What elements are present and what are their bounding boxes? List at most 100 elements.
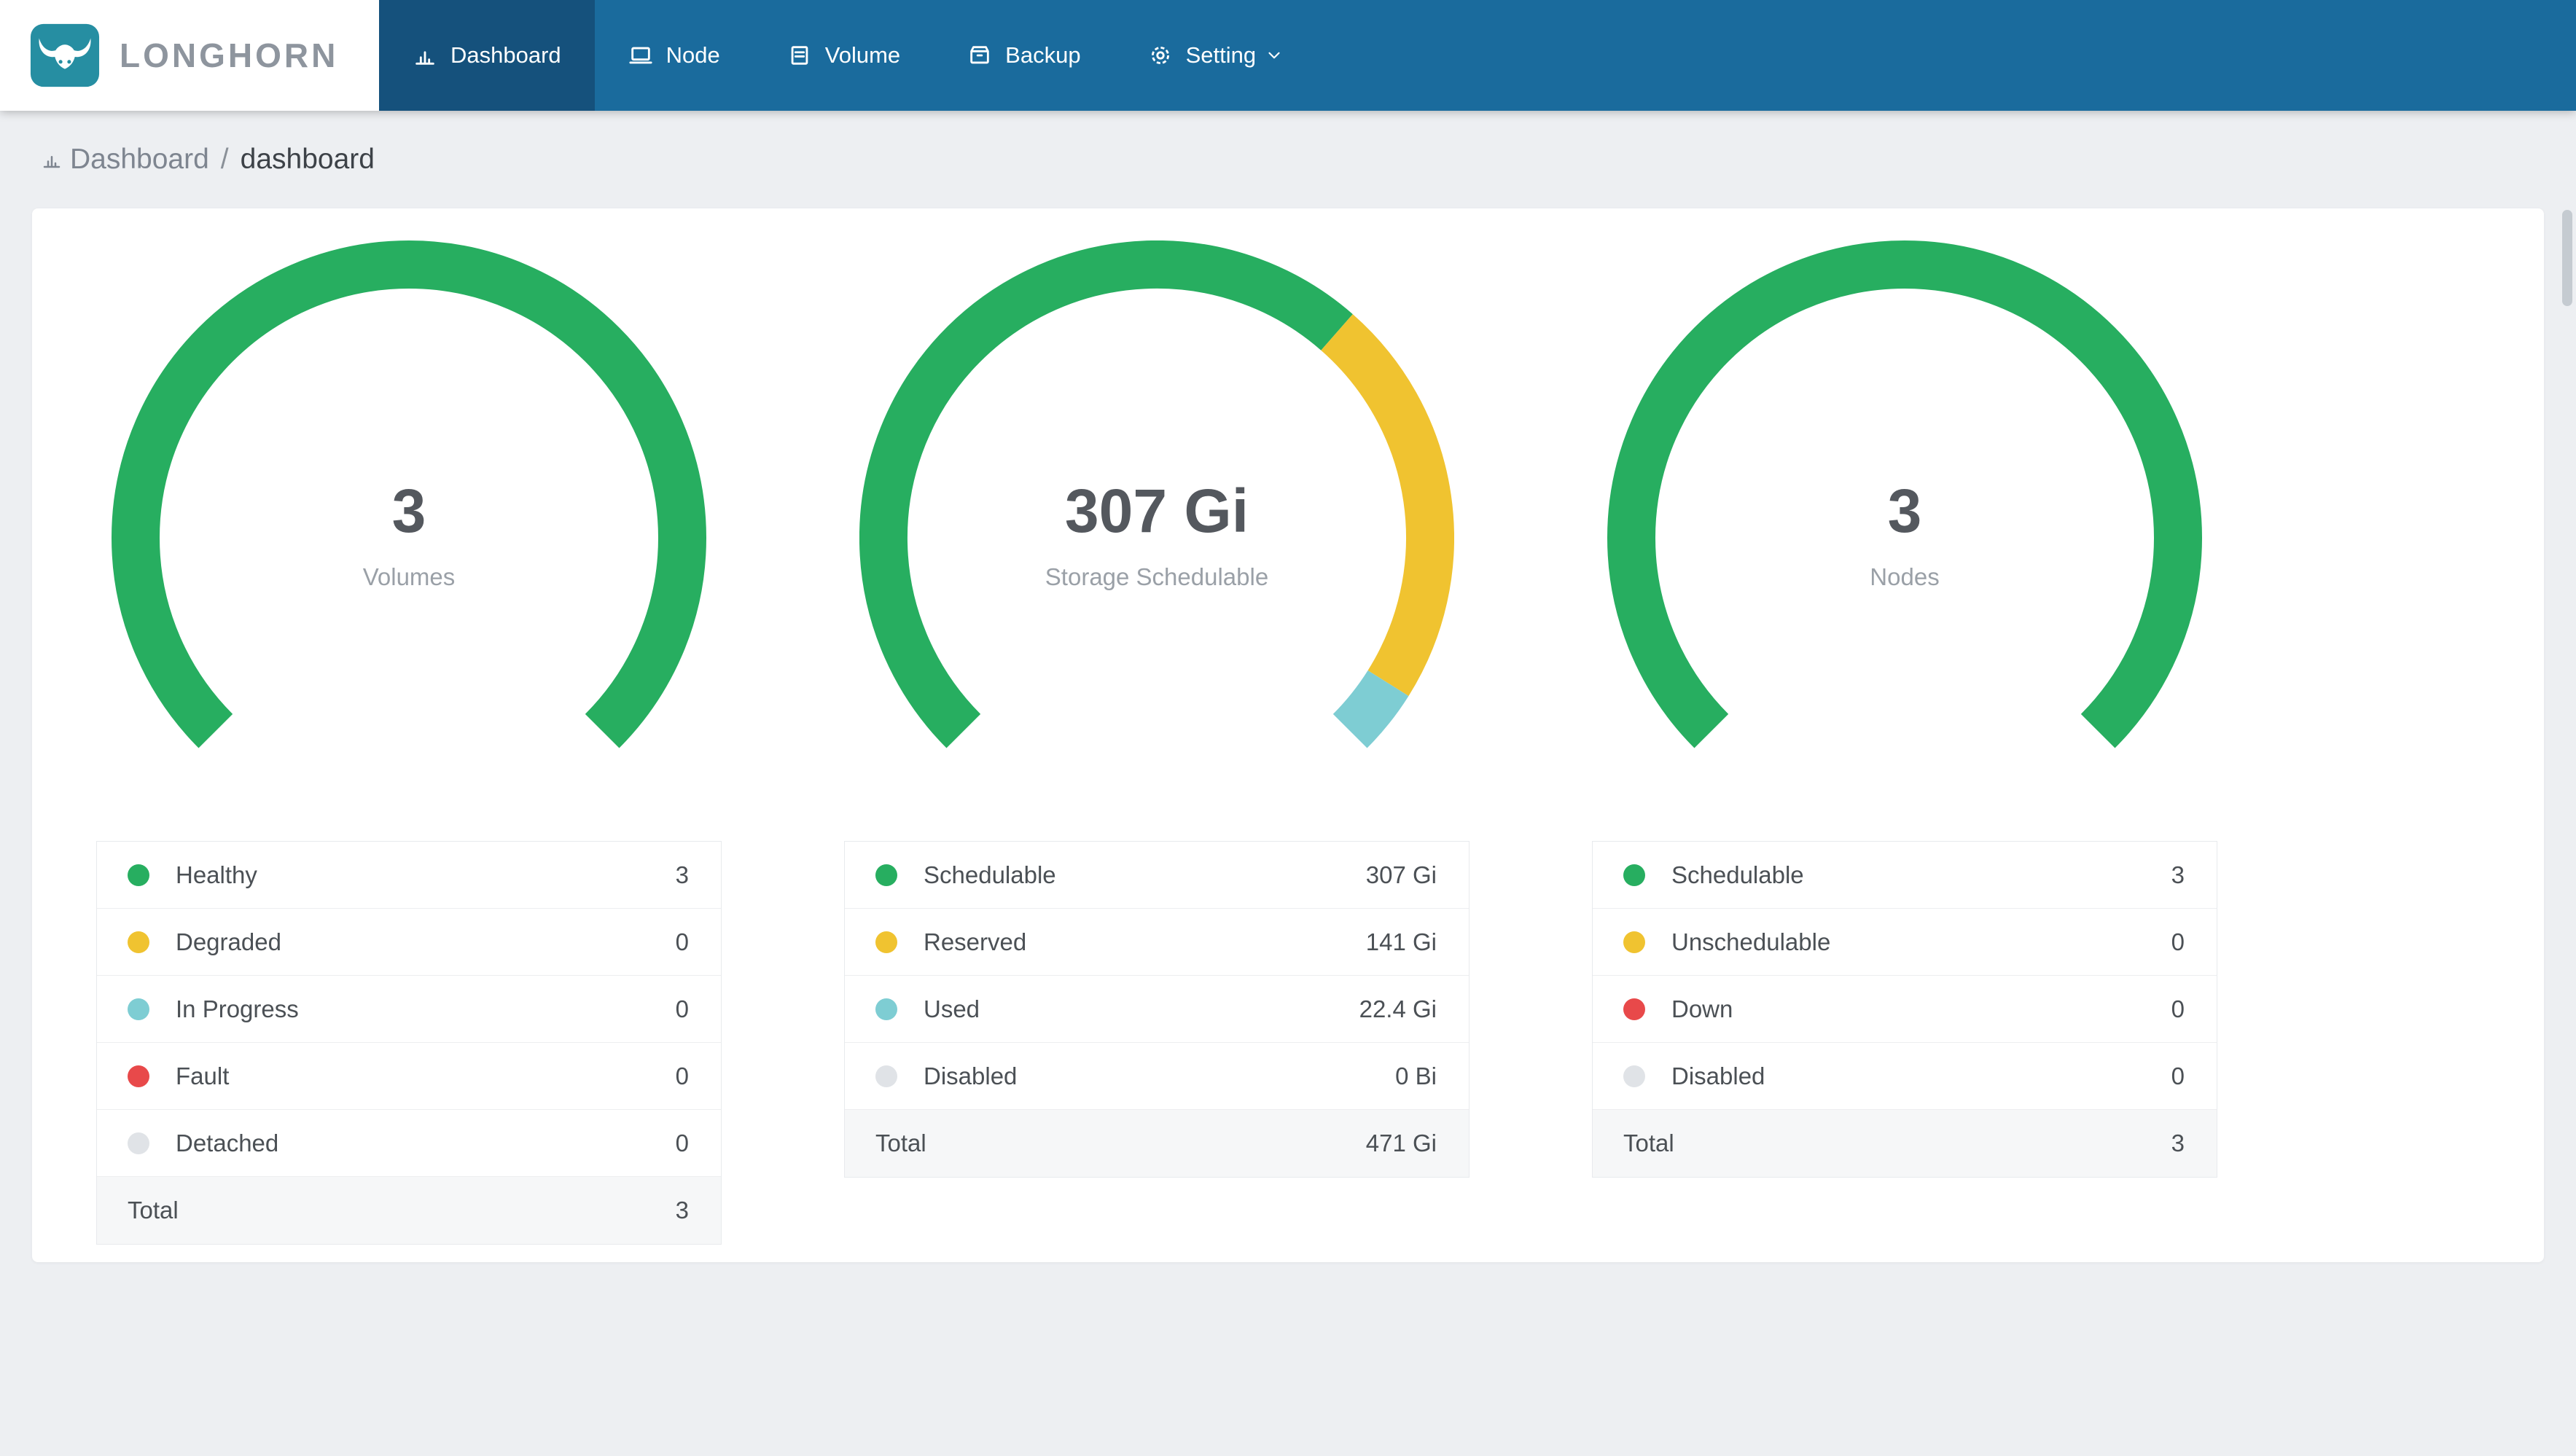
legend-label: In Progress bbox=[176, 995, 299, 1022]
main-nav: Dashboard Node Volume Backup Setting bbox=[379, 0, 1317, 111]
legend-total-label: Total bbox=[1623, 1130, 1674, 1156]
legend-color-dot bbox=[875, 1065, 897, 1087]
legend-row: Detached 0 bbox=[97, 1110, 721, 1177]
legend-total-row: Total 471 Gi bbox=[845, 1110, 1469, 1177]
legend-label: Degraded bbox=[176, 928, 281, 955]
legend-color-dot bbox=[1623, 998, 1645, 1020]
top-navbar: LONGHORN Dashboard Node Volume Backup Se… bbox=[0, 0, 2576, 111]
volumes-label: Volumes bbox=[362, 563, 456, 590]
legend-row: Unschedulable 0 bbox=[1593, 909, 2217, 976]
volumes-count: 3 bbox=[391, 476, 426, 545]
volumes-column: 3 Volumes Healthy 3 Degraded 0 In Progress 0 F… bbox=[69, 240, 749, 1245]
nodes-legend-table: Schedulable 3 Unschedulable 0 Down 0 Disabled 0… bbox=[1592, 841, 2217, 1178]
nav-item-node[interactable]: Node bbox=[595, 0, 754, 111]
legend-value: 0 bbox=[675, 995, 689, 1022]
legend-total-value: 471 Gi bbox=[1365, 1130, 1437, 1156]
legend-label: Down bbox=[1671, 995, 1733, 1022]
breadcrumb: Dashboard / dashboard bbox=[0, 111, 2576, 208]
legend-label: Healthy bbox=[176, 861, 257, 888]
dashboard-icon bbox=[415, 51, 434, 65]
legend-color-dot bbox=[1623, 864, 1645, 886]
legend-color-dot bbox=[875, 931, 897, 953]
legend-total-label: Total bbox=[128, 1197, 179, 1224]
breadcrumb-current: dashboard bbox=[240, 144, 375, 175]
backup-icon bbox=[970, 46, 989, 64]
legend-row: Disabled 0 Bi bbox=[845, 1043, 1469, 1110]
nodes-count: 3 bbox=[1887, 476, 1922, 545]
nodes-gauge-center: 3 Nodes bbox=[1607, 480, 2202, 591]
legend-value: 0 bbox=[2171, 995, 2185, 1022]
legend-label: Unschedulable bbox=[1671, 928, 1831, 955]
storage-legend-table: Schedulable 307 Gi Reserved 141 Gi Used 22.4 … bbox=[844, 841, 1470, 1178]
volumes-gauge: 3 Volumes bbox=[112, 240, 706, 835]
legend-value: 3 bbox=[2171, 861, 2185, 888]
nav-item-setting[interactable]: Setting bbox=[1115, 0, 1318, 111]
volumes-legend-table: Healthy 3 Degraded 0 In Progress 0 Fault 0 Detac… bbox=[96, 841, 722, 1245]
legend-row: Healthy 3 bbox=[97, 842, 721, 909]
legend-row: In Progress 0 bbox=[97, 976, 721, 1043]
legend-row: Disabled 0 bbox=[1593, 1043, 2217, 1110]
nav-label-backup: Backup bbox=[1005, 42, 1081, 68]
legend-label: Disabled bbox=[1671, 1062, 1765, 1089]
legend-color-dot bbox=[875, 864, 897, 886]
legend-row: Down 0 bbox=[1593, 976, 2217, 1043]
storage-schedulable-label: Storage Schedulable bbox=[1045, 563, 1269, 590]
nav-item-backup[interactable]: Backup bbox=[934, 0, 1114, 111]
legend-label: Reserved bbox=[924, 928, 1027, 955]
nav-label-dashboard: Dashboard bbox=[450, 42, 561, 68]
storage-column: 307 Gi Storage Schedulable Schedulable 30… bbox=[816, 240, 1497, 1245]
legend-label: Schedulable bbox=[924, 861, 1056, 888]
legend-value: 0 bbox=[2171, 1062, 2185, 1089]
brand-logo[interactable]: LONGHORN bbox=[0, 0, 379, 111]
node-icon bbox=[629, 47, 652, 64]
legend-row: Used 22.4 Gi bbox=[845, 976, 1469, 1043]
legend-color-dot bbox=[1623, 1065, 1645, 1087]
legend-color-dot bbox=[128, 931, 149, 953]
gauge-arc-used bbox=[1332, 670, 1409, 748]
legend-color-dot bbox=[128, 864, 149, 886]
legend-label: Used bbox=[924, 995, 980, 1022]
legend-row: Fault 0 bbox=[97, 1043, 721, 1110]
legend-color-dot bbox=[1623, 931, 1645, 953]
legend-color-dot bbox=[128, 1065, 149, 1087]
legend-color-dot bbox=[875, 998, 897, 1020]
legend-total-value: 3 bbox=[675, 1197, 689, 1224]
legend-row: Schedulable 307 Gi bbox=[845, 842, 1469, 909]
volume-icon bbox=[791, 46, 808, 65]
breadcrumb-root-label: Dashboard bbox=[70, 144, 209, 175]
legend-value: 3 bbox=[675, 861, 689, 888]
legend-total-row: Total 3 bbox=[1593, 1110, 2217, 1177]
vertical-scrollbar-thumb[interactable] bbox=[2562, 210, 2572, 306]
longhorn-bull-icon bbox=[30, 23, 100, 87]
brand-name: LONGHORN bbox=[120, 36, 339, 74]
setting-gear-icon bbox=[1151, 46, 1169, 65]
nodes-label: Nodes bbox=[1870, 563, 1940, 590]
legend-color-dot bbox=[128, 1132, 149, 1154]
nodes-gauge: 3 Nodes bbox=[1607, 240, 2202, 835]
nav-label-node: Node bbox=[666, 42, 720, 68]
legend-label: Detached bbox=[176, 1129, 279, 1156]
legend-value: 141 Gi bbox=[1365, 928, 1437, 955]
legend-color-dot bbox=[128, 998, 149, 1020]
storage-gauge-center: 307 Gi Storage Schedulable bbox=[859, 480, 1454, 591]
legend-total-row: Total 3 bbox=[97, 1177, 721, 1244]
legend-label: Schedulable bbox=[1671, 861, 1804, 888]
volumes-gauge-center: 3 Volumes bbox=[112, 480, 706, 591]
legend-label: Disabled bbox=[924, 1062, 1018, 1089]
legend-total-label: Total bbox=[875, 1130, 926, 1156]
legend-value: 0 Bi bbox=[1395, 1062, 1437, 1089]
legend-row: Reserved 141 Gi bbox=[845, 909, 1469, 976]
legend-row: Schedulable 3 bbox=[1593, 842, 2217, 909]
nav-item-dashboard[interactable]: Dashboard bbox=[379, 0, 595, 111]
breadcrumb-root[interactable]: Dashboard bbox=[41, 144, 209, 176]
breadcrumb-separator: / bbox=[220, 144, 229, 175]
dashboard-card: 3 Volumes Healthy 3 Degraded 0 In Progress 0 F… bbox=[32, 208, 2544, 1262]
nav-label-volume: Volume bbox=[824, 42, 901, 68]
legend-value: 0 bbox=[2171, 928, 2185, 955]
chart-icon bbox=[43, 156, 61, 168]
nav-item-volume[interactable]: Volume bbox=[754, 0, 934, 111]
storage-schedulable-value: 307 Gi bbox=[1064, 476, 1249, 545]
nodes-column: 3 Nodes Schedulable 3 Unschedulable 0 Down 0 D… bbox=[1564, 240, 2245, 1245]
gauge-grid: 3 Volumes Healthy 3 Degraded 0 In Progress 0 F… bbox=[69, 240, 2241, 1245]
legend-row: Degraded 0 bbox=[97, 909, 721, 976]
